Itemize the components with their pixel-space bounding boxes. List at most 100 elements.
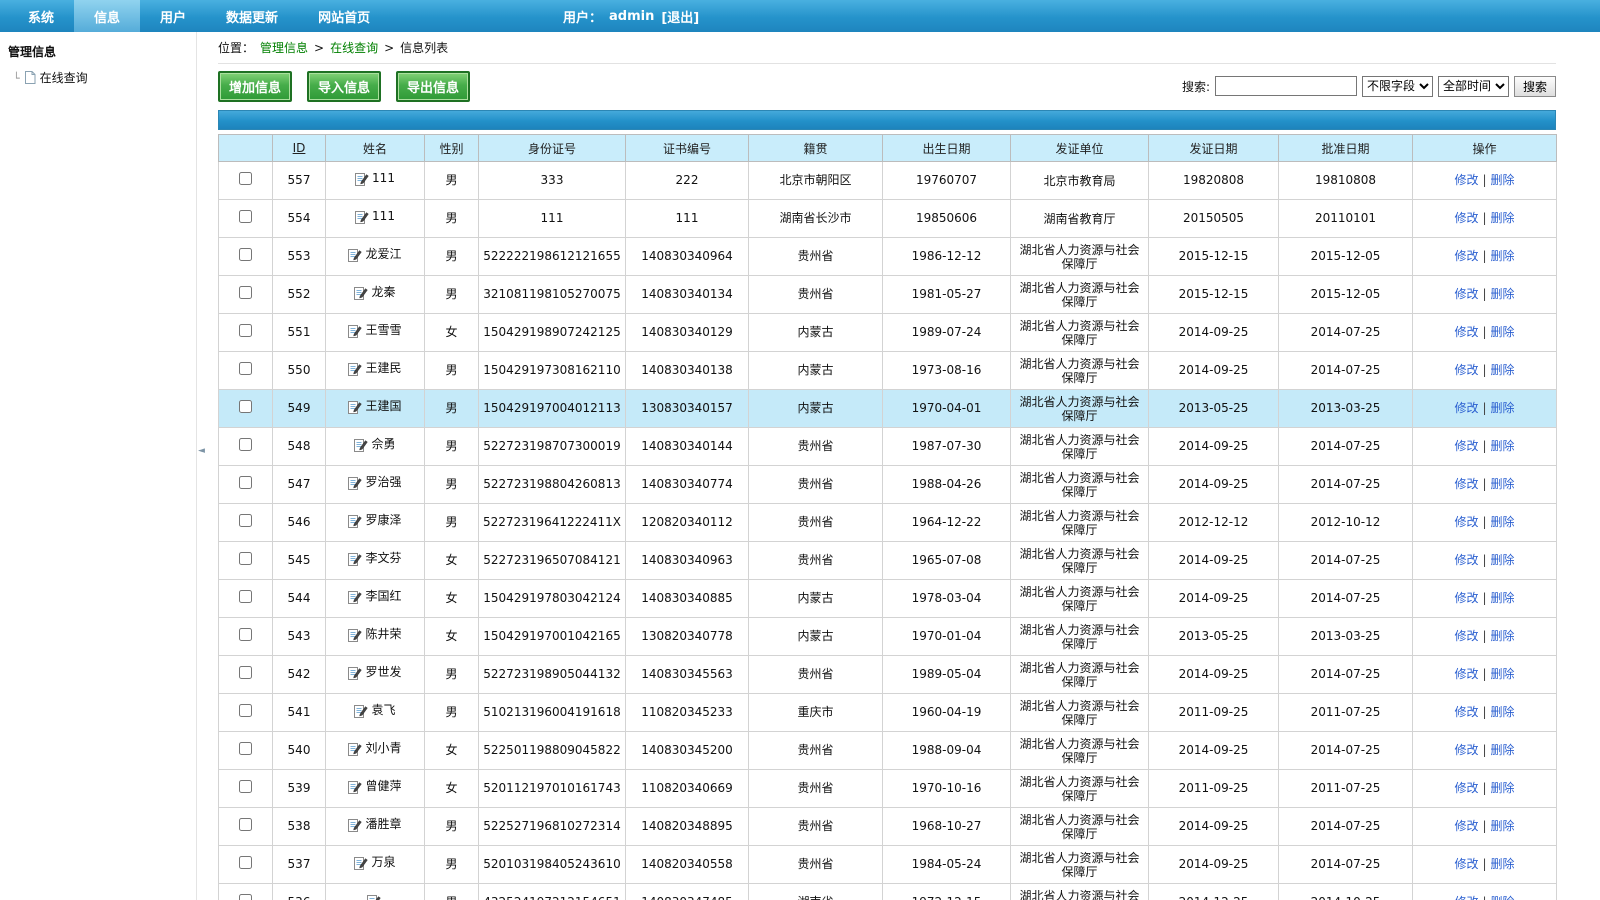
delete-link[interactable]: 删除 [1491,553,1515,567]
delete-link[interactable]: 删除 [1491,211,1515,225]
issue-date-cell: 2014-09-25 [1149,580,1279,618]
field-filter-select[interactable]: 不限字段 [1362,76,1433,97]
delete-link[interactable]: 删除 [1491,249,1515,263]
delete-link[interactable]: 删除 [1491,895,1515,900]
row-checkbox[interactable] [239,628,252,641]
row-checkbox[interactable] [239,780,252,793]
origin-cell: 内蒙古 [749,314,883,352]
birth-date-cell: 1970-10-16 [883,770,1011,808]
row-checkbox[interactable] [239,438,252,451]
delete-link[interactable]: 删除 [1491,819,1515,833]
delete-link[interactable]: 删除 [1491,173,1515,187]
delete-link[interactable]: 删除 [1491,363,1515,377]
search-button[interactable]: 搜索 [1514,76,1556,97]
search-input[interactable] [1215,76,1357,96]
sidebar-item-online-query[interactable]: 在线查询 [8,69,188,86]
delete-link[interactable]: 删除 [1491,439,1515,453]
row-checkbox[interactable] [239,818,252,831]
delete-link[interactable]: 删除 [1491,287,1515,301]
edit-link[interactable]: 修改 [1454,819,1478,833]
delete-link[interactable]: 删除 [1491,401,1515,415]
row-checkbox[interactable] [239,248,252,261]
logout-link[interactable]: [退出] [661,7,699,26]
nav-tab-site-home[interactable]: 网站首页 [298,0,390,32]
edit-link[interactable]: 修改 [1454,325,1478,339]
export-info-button[interactable]: 导出信息 [396,71,470,102]
edit-link[interactable]: 修改 [1454,515,1478,529]
collapse-arrow-icon[interactable]: ◄ [198,446,205,456]
delete-link[interactable]: 删除 [1491,477,1515,491]
column-header-cert-number: 证书编号 [626,135,749,162]
origin-cell: 湖南省 [749,884,883,900]
import-info-button[interactable]: 导入信息 [307,71,381,102]
nav-tab-users[interactable]: 用户 [140,0,206,32]
row-checkbox[interactable] [239,476,252,489]
name-cell: 龙秦 [326,276,425,314]
name-text: 刘小青 [365,741,401,756]
edit-link[interactable]: 修改 [1454,857,1478,871]
edit-link[interactable]: 修改 [1454,401,1478,415]
edit-link[interactable]: 修改 [1454,249,1478,263]
cert-number-cell: 140830340134 [626,276,749,314]
name-cell: 陈井荣 [326,618,425,656]
edit-link[interactable]: 修改 [1454,743,1478,757]
op-separator: | [1482,591,1486,605]
name-cell: 佘勇 [326,428,425,466]
nav-tab-info[interactable]: 信息 [74,0,140,32]
checkbox-cell [219,542,273,580]
edit-link[interactable]: 修改 [1454,173,1478,187]
delete-link[interactable]: 删除 [1491,781,1515,795]
row-checkbox[interactable] [239,666,252,679]
row-checkbox[interactable] [239,324,252,337]
origin-cell: 贵州省 [749,656,883,694]
row-checkbox[interactable] [239,514,252,527]
breadcrumb-link-online-query[interactable]: 在线查询 [330,39,378,56]
edit-link[interactable]: 修改 [1454,287,1478,301]
row-checkbox[interactable] [239,704,252,717]
delete-link[interactable]: 删除 [1491,667,1515,681]
cert-number-cell: 140820348895 [626,808,749,846]
edit-link[interactable]: 修改 [1454,629,1478,643]
edit-link[interactable]: 修改 [1454,781,1478,795]
approval-date-cell: 2012-10-12 [1279,504,1413,542]
row-checkbox[interactable] [239,856,252,869]
edit-link[interactable]: 修改 [1454,667,1478,681]
delete-link[interactable]: 删除 [1491,629,1515,643]
name-text: 王雪雪 [365,323,401,338]
edit-link[interactable]: 修改 [1454,553,1478,567]
sidebar-splitter[interactable]: ◄ [196,32,208,900]
time-filter-select[interactable]: 全部时间 [1438,76,1509,97]
breadcrumb-link-management-info[interactable]: 管理信息 [260,39,308,56]
edit-link[interactable]: 修改 [1454,363,1478,377]
row-checkbox[interactable] [239,590,252,603]
approval-date-cell: 2015-12-05 [1279,238,1413,276]
delete-link[interactable]: 删除 [1491,591,1515,605]
edit-link[interactable]: 修改 [1454,439,1478,453]
row-checkbox[interactable] [239,742,252,755]
delete-link[interactable]: 删除 [1491,705,1515,719]
page-icon [24,71,36,84]
edit-link[interactable]: 修改 [1454,477,1478,491]
row-checkbox[interactable] [239,894,252,900]
delete-link[interactable]: 删除 [1491,743,1515,757]
edit-link[interactable]: 修改 [1454,211,1478,225]
delete-link[interactable]: 删除 [1491,515,1515,529]
nav-tab-system[interactable]: 系统 [8,0,74,32]
add-info-button[interactable]: 增加信息 [218,71,292,102]
edit-link[interactable]: 修改 [1454,705,1478,719]
row-checkbox[interactable] [239,362,252,375]
row-checkbox[interactable] [239,286,252,299]
row-checkbox[interactable] [239,400,252,413]
delete-link[interactable]: 删除 [1491,857,1515,871]
gender-cell: 男 [425,504,479,542]
row-checkbox[interactable] [239,552,252,565]
edit-link[interactable]: 修改 [1454,895,1478,900]
origin-cell: 内蒙古 [749,352,883,390]
column-header-id[interactable]: ID [273,135,326,162]
nav-tab-data-update[interactable]: 数据更新 [206,0,298,32]
delete-link[interactable]: 删除 [1491,325,1515,339]
edit-link[interactable]: 修改 [1454,591,1478,605]
row-checkbox[interactable] [239,172,252,185]
row-checkbox[interactable] [239,210,252,223]
issuer-cell: 湖北省人力资源与社会保障厅 [1011,770,1149,808]
